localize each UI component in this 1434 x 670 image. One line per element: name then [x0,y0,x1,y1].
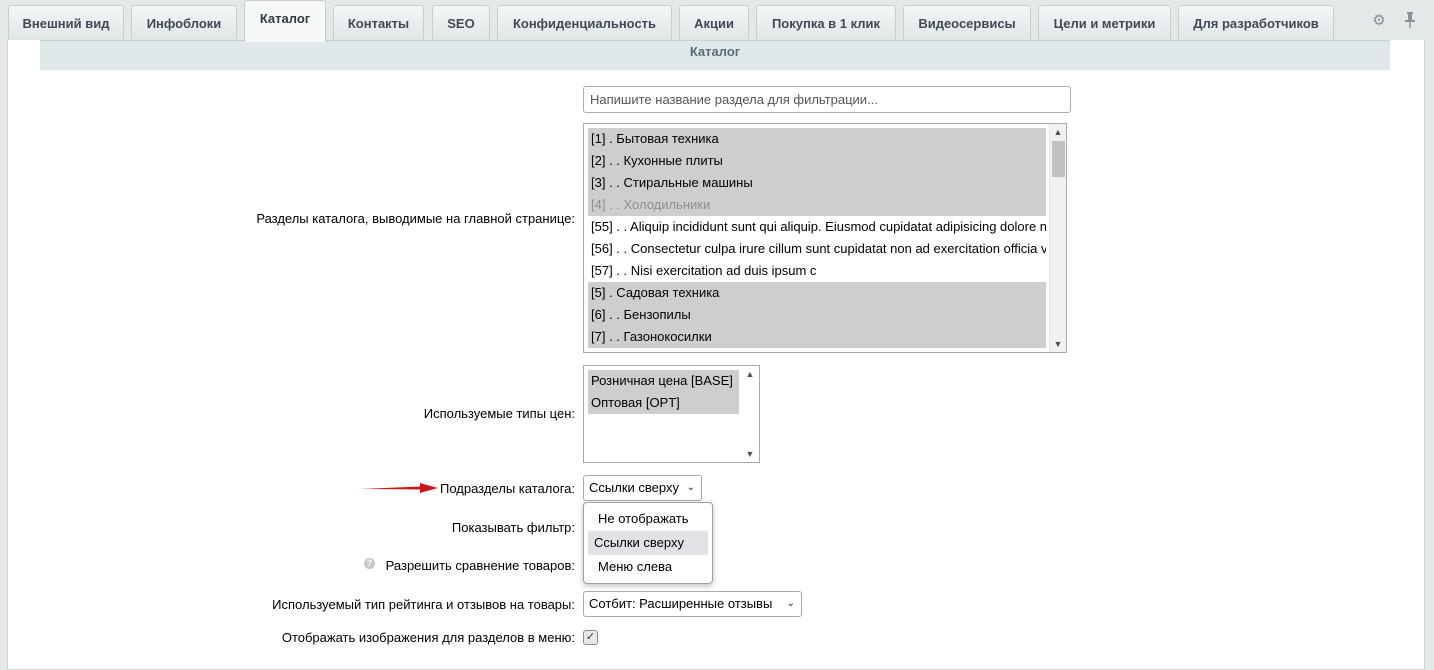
scrollbar[interactable]: ▲ ▼ [1049,124,1066,352]
chevron-down-icon: ⌄ [686,482,695,493]
pin-icon[interactable] [1401,10,1419,30]
tab-promotions[interactable]: Акции [679,5,749,40]
rating-label: Используемый тип рейтинга и отзывов на т… [272,597,575,612]
tab-developers[interactable]: Для разработчиков [1178,5,1334,40]
scroll-down-icon[interactable]: ▼ [742,447,758,461]
tab-label: Инфоблоки [146,15,222,31]
scrollbar[interactable]: ▲ ▼ [742,366,759,462]
list-item: [4] . . Холодильники [588,194,1046,216]
list-item[interactable]: Оптовая [OPT] [588,392,739,414]
tab-privacy[interactable]: Конфиденциальность [497,5,672,40]
show-filter-label: Показывать фильтр: [451,520,575,535]
subsections-dropdown: Не отображать Ссылки сверху Меню слева [583,502,713,584]
tab-label: Каталог [259,11,311,26]
tab-label: Цели и метрики [1053,15,1156,31]
tab-appearance[interactable]: Внешний вид [8,5,124,40]
scroll-up-icon[interactable]: ▲ [1050,125,1066,139]
question-icon[interactable]: ? [364,558,375,569]
tab-label: Акции [694,15,734,31]
tab-infoblocks[interactable]: Инфоблоки [131,5,237,40]
tab-catalog[interactable]: Каталог [244,0,326,42]
tab-label: Покупка в 1 клик [771,15,881,31]
tab-video[interactable]: Видеосервисы [903,5,1031,40]
list-item[interactable]: [7] . . Газонокосилки [588,326,1046,348]
tab-goals[interactable]: Цели и метрики [1038,5,1171,40]
list-item[interactable]: [3] . . Стиральные машины [588,172,1046,194]
list-item[interactable]: [56] . . Consectetur culpa irure cillum … [588,238,1046,260]
scroll-up-icon[interactable]: ▲ [742,367,758,381]
rating-select[interactable]: Сотбит: Расширенные отзывы ⌄ [583,591,802,617]
tab-seo[interactable]: SEO [432,5,490,40]
section-images-checkbox[interactable]: ✓ [583,630,598,645]
tab-contacts[interactable]: Контакты [333,5,424,40]
section-title: Каталог [40,40,1390,70]
tab-bar: Внешний вид Инфоблоки Каталог Контакты S… [0,0,1434,42]
list-item[interactable]: [5] . Садовая техника [588,282,1046,304]
tab-label: Внешний вид [22,15,110,31]
list-item[interactable]: Розничная цена [BASE] [588,370,739,392]
list-item[interactable]: [1] . Бытовая техника [588,128,1046,150]
subsections-value: Ссылки сверху [589,480,679,495]
scroll-thumb[interactable] [1052,141,1065,177]
subsections-label: Подразделы каталога: [439,481,575,496]
tab-label: Для разработчиков [1193,15,1319,31]
list-item[interactable]: [2] . . Кухонные плиты [588,150,1046,172]
sections-label: Разделы каталога, выводимые на главной с… [256,211,575,226]
chevron-down-icon: ⌄ [786,598,795,609]
tab-one-click[interactable]: Покупка в 1 клик [756,5,896,40]
section-images-label: Отображать изображения для разделов в ме… [281,630,575,645]
gear-icon[interactable]: ⚙ [1370,10,1388,30]
list-item[interactable]: [55] . . Aliquip incididunt sunt qui ali… [588,216,1046,238]
compare-label: Разрешить сравнение товаров: [385,558,575,573]
dropdown-option[interactable]: Ссылки сверху [588,531,708,555]
sections-multiselect[interactable]: [1] . Бытовая техника [2] . . Кухонные п… [583,123,1067,353]
subsections-select[interactable]: Ссылки сверху ⌄ [583,475,702,501]
section-filter-input[interactable] [583,86,1071,113]
tab-label: SEO [447,15,475,31]
list-item[interactable]: [6] . . Бензопилы [588,304,1046,326]
tab-label: Видеосервисы [918,15,1016,31]
list-item[interactable]: [57] . . Nisi exercitation ad duis ipsum… [588,260,1046,282]
red-arrow-icon [360,483,438,493]
price-types-multiselect[interactable]: Розничная цена [BASE] Оптовая [OPT] ▲ ▼ [583,365,760,463]
price-types-label: Используемые типы цен: [423,406,575,421]
dropdown-option[interactable]: Не отображать [588,507,708,531]
scroll-down-icon[interactable]: ▼ [1050,337,1066,351]
section-title-text: Каталог [689,44,741,59]
tab-label: Контакты [347,15,410,31]
dropdown-option[interactable]: Меню слева [588,555,708,579]
rating-value: Сотбит: Расширенные отзывы [589,596,773,611]
tab-label: Конфиденциальность [512,15,657,31]
